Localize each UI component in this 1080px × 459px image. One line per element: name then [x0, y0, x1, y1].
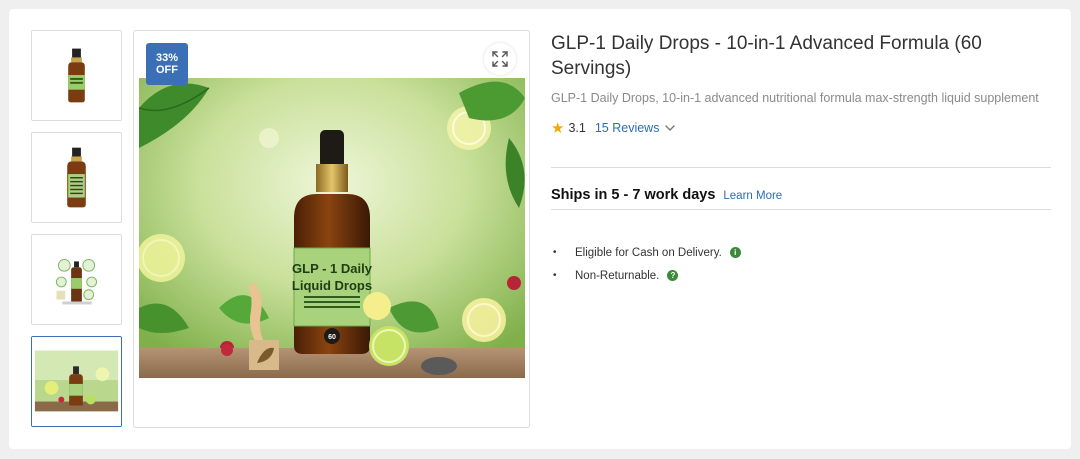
- discount-percent: 33%: [155, 52, 179, 64]
- bottle-label-line2: Liquid Drops: [292, 278, 372, 293]
- shipping-text: Ships in 5 - 7 work days: [551, 187, 716, 203]
- learn-more-link[interactable]: Learn More: [723, 190, 782, 202]
- expand-icon: [492, 51, 508, 67]
- main-product-image[interactable]: 33% OFF GLP - 1 Daily Liquid Drops 60: [133, 30, 530, 428]
- product-title: GLP-1 Daily Drops - 10-in-1 Advanced For…: [551, 33, 982, 79]
- info-icon[interactable]: i: [729, 247, 741, 258]
- thumbnail-bottle-front[interactable]: [31, 30, 122, 121]
- bottle-back-image: [32, 133, 121, 222]
- divider: [551, 167, 1051, 168]
- feature-text: Non-Returnable.: [575, 269, 660, 282]
- product-info: GLP-1 Daily Drops - 10-in-1 Advanced For…: [551, 31, 1051, 282]
- feature-list: • Eligible for Cash on Delivery. i • Non…: [551, 241, 741, 287]
- product-photo: GLP - 1 Daily Liquid Drops 60: [139, 78, 525, 378]
- product-card: 33% OFF GLP - 1 Daily Liquid Drops 60 GL…: [9, 9, 1071, 449]
- feature-text: Eligible for Cash on Delivery.: [575, 246, 722, 259]
- divider: [551, 209, 1051, 210]
- reviews-link[interactable]: 15 Reviews: [595, 121, 660, 135]
- product-subtitle: GLP-1 Daily Drops, 10-in-1 advanced nutr…: [551, 91, 1039, 105]
- bullet-icon: •: [553, 270, 557, 281]
- bottle-front-image: [32, 31, 121, 120]
- discount-badge: 33% OFF: [146, 43, 188, 85]
- thumbnail-lifestyle[interactable]: [31, 336, 122, 427]
- thumbnail-infographic[interactable]: [31, 234, 122, 325]
- bullet-icon: •: [553, 247, 557, 258]
- rating-score: 3.1: [568, 121, 586, 135]
- list-item: • Non-Returnable. ?: [551, 264, 741, 287]
- rating-row: ★ 3.1 15 Reviews: [551, 119, 1051, 137]
- infographic-image: [32, 235, 121, 324]
- star-icon: ★: [551, 120, 565, 137]
- list-item: • Eligible for Cash on Delivery. i: [551, 241, 741, 264]
- lifestyle-image: [32, 337, 121, 426]
- chevron-down-icon[interactable]: [664, 122, 676, 134]
- help-icon[interactable]: ?: [667, 270, 679, 281]
- thumbnail-bottle-back[interactable]: [31, 132, 122, 223]
- shipping-row: Ships in 5 - 7 work days Learn More: [551, 187, 782, 203]
- expand-image-button[interactable]: [484, 43, 516, 75]
- discount-label: OFF: [156, 64, 178, 76]
- bottle-label-line1: GLP - 1 Daily: [292, 261, 373, 276]
- bottle-label-count: 60: [328, 334, 336, 341]
